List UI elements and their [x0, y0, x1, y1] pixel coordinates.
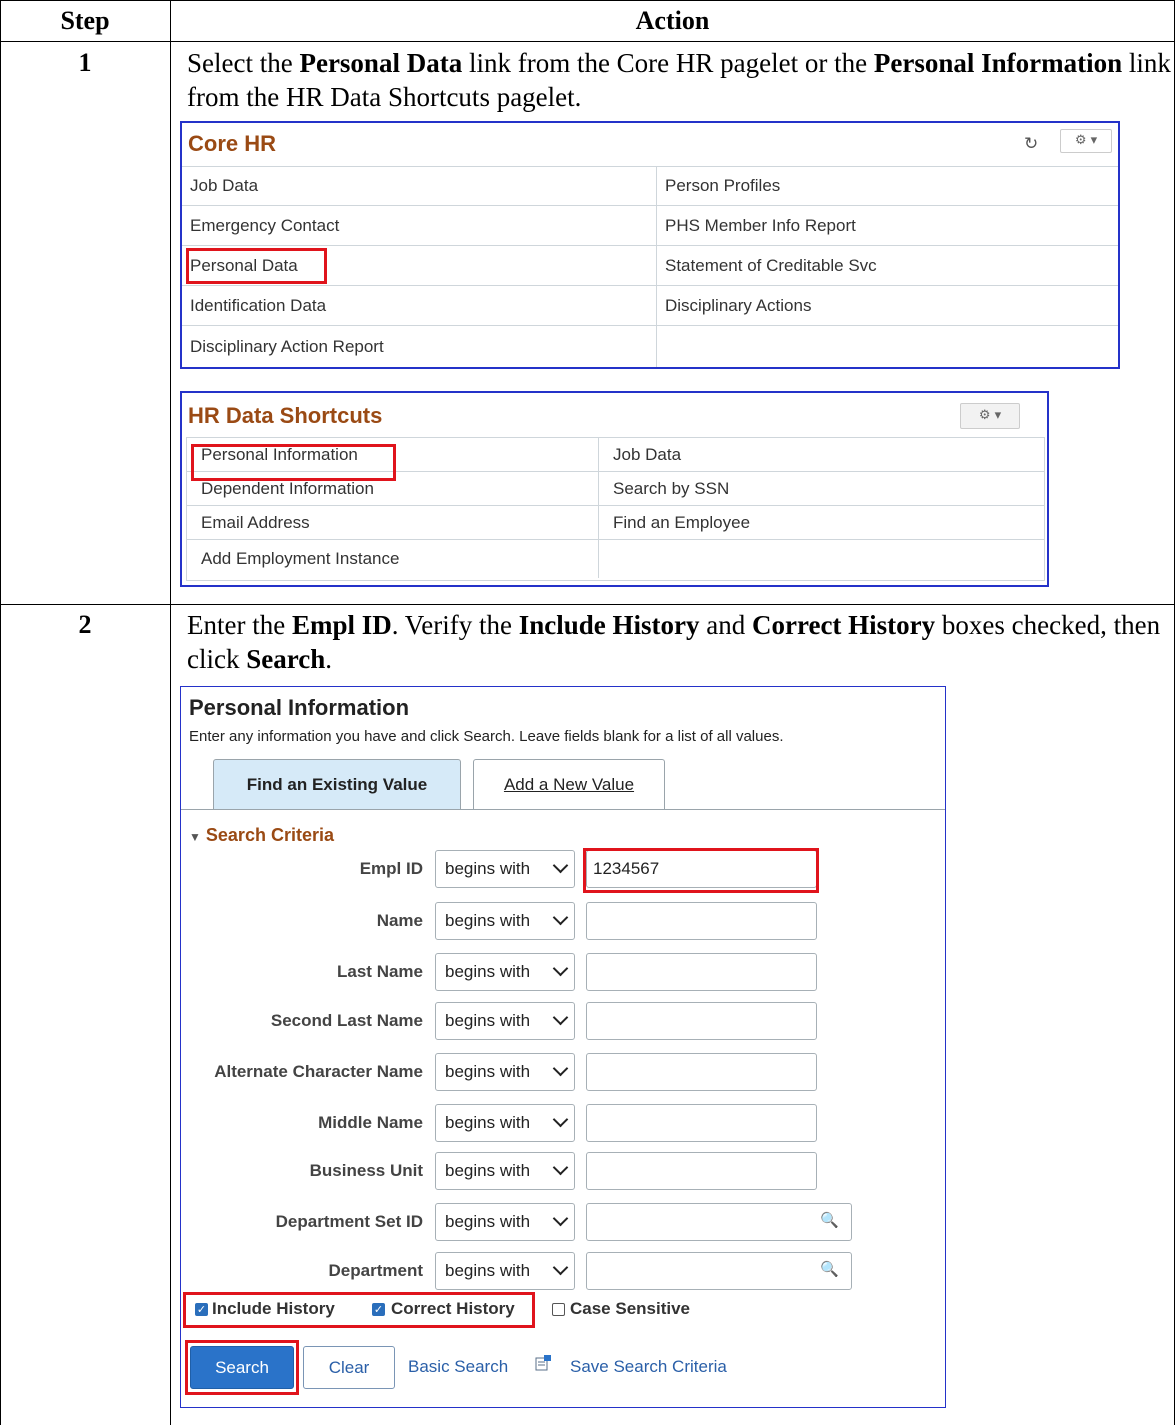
operator-value: begins with [445, 1261, 531, 1280]
page-instructions: Enter any information you have and click… [189, 728, 784, 745]
link-statement-of-creditable-svc[interactable]: Statement of Creditable Svc [657, 246, 1118, 286]
operator-value: begins with [445, 1062, 531, 1081]
link-find-an-employee[interactable]: Find an Employee [599, 506, 1044, 540]
department-operator-select[interactable]: begins with [435, 1252, 575, 1290]
case-sensitive-checkbox[interactable] [552, 1303, 565, 1316]
department-set-id-label: Department Set ID [275, 1212, 423, 1231]
chevron-down-icon [552, 857, 569, 874]
highlight-personal-information [191, 444, 396, 481]
basic-search-link[interactable]: Basic Search [408, 1357, 508, 1377]
operator-value: begins with [445, 962, 531, 981]
empl-id-label: Empl ID [359, 859, 423, 878]
empty-cell [599, 540, 1044, 578]
tab-add-new-value[interactable]: Add a New Value [473, 759, 665, 809]
link-identification-data[interactable]: Identification Data [182, 286, 657, 326]
chevron-down-icon [552, 909, 569, 926]
column-header-action: Action [635, 6, 710, 35]
gear-icon[interactable]: ⚙ ▾ [960, 403, 1020, 429]
empty-cell [657, 326, 1118, 367]
save-search-criteria-link[interactable]: Save Search Criteria [570, 1357, 727, 1377]
second-last-name-input[interactable] [586, 1002, 817, 1040]
business-unit-input[interactable] [586, 1152, 817, 1190]
operator-value: begins with [445, 911, 531, 930]
pagelet-title: HR Data Shortcuts [188, 403, 383, 428]
chevron-down-icon [552, 1159, 569, 1176]
link-job-data[interactable]: Job Data [182, 166, 657, 206]
chevron-down-icon [552, 960, 569, 977]
step-instruction: Select the Personal Data link from the C… [187, 48, 1171, 112]
step-instruction: Enter the Empl ID. Verify the Include Hi… [187, 610, 1161, 674]
link-person-profiles[interactable]: Person Profiles [657, 166, 1118, 206]
business-unit-operator-select[interactable]: begins with [435, 1152, 575, 1190]
middle-name-input[interactable] [586, 1104, 817, 1142]
link-search-by-ssn[interactable]: Search by SSN [599, 472, 1044, 506]
name-input[interactable] [586, 902, 817, 940]
refresh-icon[interactable]: ↻ [1024, 134, 1038, 154]
department-input[interactable] [586, 1252, 852, 1290]
alternate-character-name-input[interactable] [586, 1053, 817, 1091]
last-name-label: Last Name [337, 962, 423, 981]
link-add-employment-instance[interactable]: Add Employment Instance [187, 540, 599, 578]
search-criteria-header[interactable]: ▼ Search Criteria [189, 825, 334, 846]
link-disciplinary-action-report[interactable]: Disciplinary Action Report [182, 326, 657, 367]
chevron-down-icon [552, 1210, 569, 1227]
department-label: Department [328, 1261, 423, 1280]
clear-button[interactable]: Clear [303, 1346, 395, 1389]
highlight-search-button [185, 1340, 299, 1395]
link-phs-member-info-report[interactable]: PHS Member Info Report [657, 206, 1118, 246]
name-label: Name [376, 911, 423, 930]
operator-value: begins with [445, 859, 531, 878]
chevron-down-icon [552, 1060, 569, 1077]
link-disciplinary-actions[interactable]: Disciplinary Actions [657, 286, 1118, 326]
middle-name-operator-select[interactable]: begins with [435, 1104, 575, 1142]
chevron-down-icon [552, 1259, 569, 1276]
search-icon[interactable]: 🔍 [820, 1211, 839, 1229]
tab-underline [181, 809, 945, 810]
highlight-history-checkboxes [183, 1292, 535, 1328]
link-email-address[interactable]: Email Address [187, 506, 599, 540]
operator-value: begins with [445, 1161, 531, 1180]
core-hr-pagelet: Core HR ↻ ⚙ ▾ Job Data Person Profiles E… [180, 121, 1120, 369]
gear-icon[interactable]: ⚙ ▾ [1060, 129, 1112, 153]
alternate-character-name-label: Alternate Character Name [214, 1062, 423, 1081]
header-divider [0, 41, 1175, 42]
operator-value: begins with [445, 1212, 531, 1231]
collapse-triangle-icon: ▼ [189, 830, 201, 844]
page-title: Personal Information [189, 695, 410, 720]
hr-data-shortcuts-pagelet: HR Data Shortcuts ⚙ ▾ Personal Informati… [180, 391, 1049, 587]
last-name-operator-select[interactable]: begins with [435, 953, 575, 991]
chevron-down-icon [552, 1111, 569, 1128]
business-unit-label: Business Unit [309, 1161, 423, 1180]
operator-value: begins with [445, 1011, 531, 1030]
pagelet-title: Core HR [188, 131, 277, 156]
department-set-id-operator-select[interactable]: begins with [435, 1203, 575, 1241]
row-divider [0, 604, 1175, 605]
column-divider [170, 0, 171, 1425]
empl-id-operator-select[interactable]: begins with [435, 850, 575, 888]
highlight-personal-data [186, 248, 327, 284]
case-sensitive-label: Case Sensitive [570, 1299, 691, 1318]
table-border-left [0, 0, 1, 1425]
table-border-top [0, 0, 1175, 1]
save-search-icon[interactable] [534, 1354, 552, 1372]
alternate-character-name-operator-select[interactable]: begins with [435, 1053, 575, 1091]
link-job-data[interactable]: Job Data [599, 438, 1044, 472]
tab-find-existing-value[interactable]: Find an Existing Value [213, 759, 461, 809]
link-emergency-contact[interactable]: Emergency Contact [182, 206, 657, 246]
chevron-down-icon [552, 1009, 569, 1026]
second-last-name-operator-select[interactable]: begins with [435, 1002, 575, 1040]
highlight-empl-id [583, 848, 819, 893]
department-set-id-input[interactable] [586, 1203, 852, 1241]
column-header-step: Step [60, 6, 110, 35]
step-number: 2 [78, 610, 92, 639]
search-icon[interactable]: 🔍 [820, 1260, 839, 1278]
operator-value: begins with [445, 1113, 531, 1132]
step-number: 1 [78, 48, 92, 77]
second-last-name-label: Second Last Name [270, 1011, 423, 1030]
middle-name-label: Middle Name [318, 1113, 423, 1132]
last-name-input[interactable] [586, 953, 817, 991]
name-operator-select[interactable]: begins with [435, 902, 575, 940]
